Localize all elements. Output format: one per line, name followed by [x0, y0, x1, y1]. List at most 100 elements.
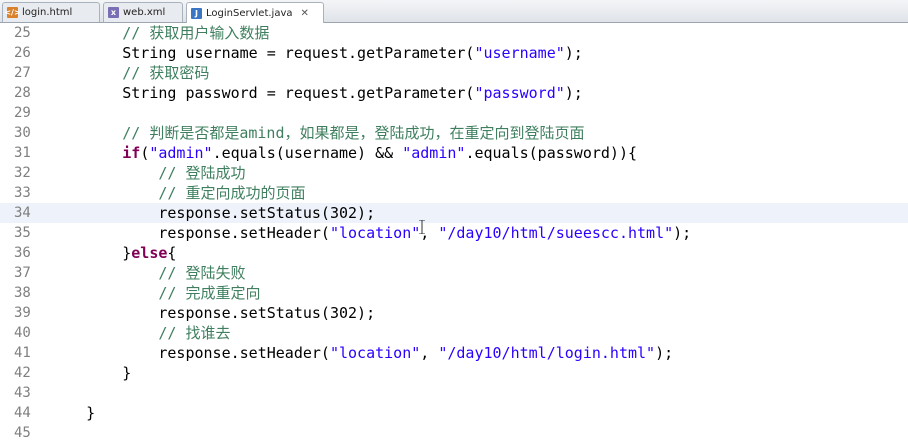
code-line[interactable]: 42 }	[0, 363, 908, 383]
line-number: 45	[14, 425, 31, 441]
code-text: // 获取密码	[50, 63, 209, 83]
code-line[interactable]: 38 // 完成重定向	[0, 283, 908, 303]
code-line[interactable]: 30 // 判断是否都是amind，如果都是，登陆成功，在重定向到登陆页面	[0, 123, 908, 143]
code-text: }	[50, 363, 131, 383]
tab-login-servlet-java[interactable]: J LoginServlet.java ✕	[186, 2, 324, 23]
code-comment: // 完成重定向	[50, 284, 261, 302]
tab-label: LoginServlet.java	[206, 7, 293, 19]
code-line[interactable]: 36 }else{	[0, 243, 908, 263]
html-file-icon: </>	[4, 7, 21, 18]
close-icon[interactable]: ✕	[301, 8, 309, 19]
line-number: 32	[14, 165, 31, 181]
code-text: String username = request.getParameter("…	[50, 43, 583, 63]
code-token: .equals(password)){	[465, 144, 638, 162]
code-token: String username = request.getParameter(	[50, 44, 475, 62]
line-number: 36	[14, 245, 31, 261]
code-line[interactable]: 27 // 获取密码	[0, 63, 908, 83]
code-token: );	[655, 344, 674, 362]
line-number: 38	[14, 285, 31, 301]
code-text: }	[50, 403, 95, 423]
code-line[interactable]: 44 }	[0, 403, 908, 423]
code-token: response.setStatus(302);	[50, 304, 376, 322]
code-token: String password = request.getParameter(	[50, 84, 475, 102]
code-line[interactable]: 35 response.setHeader("location", "/day1…	[0, 223, 908, 243]
code-text: }else{	[50, 243, 176, 263]
code-line[interactable]: 26 String username = request.getParamete…	[0, 43, 908, 63]
code-text: // 重定向成功的页面	[50, 183, 305, 203]
line-number: 34	[14, 205, 31, 221]
editor-tab-bar: </> login.html x web.xml J LoginServlet.…	[0, 0, 908, 23]
code-token: ,	[420, 344, 439, 362]
line-number: 41	[14, 345, 31, 361]
code-text: response.setStatus(302);	[50, 203, 375, 223]
code-comment: // 重定向成功的页面	[50, 184, 306, 202]
code-text: // 登陆成功	[50, 163, 245, 183]
line-number: 40	[14, 325, 31, 341]
code-line[interactable]: 25 // 获取用户输入数据	[0, 23, 908, 43]
java-file-icon: J	[191, 7, 202, 19]
code-line[interactable]: 31 if("admin".equals(username) && "admin…	[0, 143, 908, 163]
code-line[interactable]: 39 response.setStatus(302);	[0, 303, 908, 323]
code-token: response.setStatus(302);	[50, 204, 376, 222]
code-token: response.setHeader(	[50, 224, 330, 242]
line-number: 44	[14, 405, 31, 421]
code-line[interactable]: 40 // 找谁去	[0, 323, 908, 343]
code-line[interactable]: 28 String password = request.getParamete…	[0, 83, 908, 103]
code-line[interactable]: 41 response.setHeader("location", "/day1…	[0, 343, 908, 363]
code-comment: // 找谁去	[50, 324, 231, 342]
line-number: 43	[14, 385, 31, 401]
code-line[interactable]: 34 response.setStatus(302);	[0, 203, 908, 223]
code-text: // 完成重定向	[50, 283, 260, 303]
line-number: 37	[14, 265, 31, 281]
text-cursor-icon	[419, 219, 425, 235]
code-line[interactable]: 29	[0, 103, 908, 123]
code-text: response.setStatus(302);	[50, 303, 375, 323]
code-comment: // 获取用户输入数据	[50, 24, 270, 42]
code-line[interactable]: 43	[0, 383, 908, 403]
code-comment: // 判断是否都是amind，如果都是，登陆成功，在重定向到登陆页面	[50, 124, 585, 142]
code-string: "username"	[474, 44, 565, 62]
code-string: "location"	[329, 224, 421, 242]
tab-login-html[interactable]: </> login.html	[2, 2, 100, 22]
code-string: "/day10/html/login.html"	[438, 344, 656, 362]
tab-label: login.html	[22, 7, 73, 18]
code-text: String password = request.getParameter("…	[50, 83, 583, 103]
code-token: .equals(username) &&	[212, 144, 403, 162]
line-number: 27	[14, 65, 31, 81]
code-string: "/day10/html/sueescc.html"	[438, 224, 674, 242]
code-string: "location"	[329, 344, 421, 362]
code-text: response.setHeader("location", "/day10/h…	[50, 343, 673, 363]
code-keyword: if	[50, 144, 141, 162]
code-token: );	[564, 84, 583, 102]
code-token: {	[167, 244, 177, 262]
code-keyword: else	[131, 244, 168, 262]
code-text: if("admin".equals(username) && "admin".e…	[50, 143, 637, 163]
line-number: 30	[14, 125, 31, 141]
line-number: 25	[14, 25, 31, 41]
code-comment: // 登陆失败	[50, 264, 246, 282]
code-comment: // 登陆成功	[50, 164, 246, 182]
code-line[interactable]: 33 // 重定向成功的页面	[0, 183, 908, 203]
line-number: 31	[14, 145, 31, 161]
code-token: );	[564, 44, 583, 62]
line-number: 29	[14, 105, 31, 121]
code-editor[interactable]: 25 // 获取用户输入数据 26 String username = reque…	[0, 23, 908, 441]
code-string: "admin"	[402, 144, 466, 162]
code-text: // 登陆失败	[50, 263, 245, 283]
code-comment: // 获取密码	[50, 64, 210, 82]
tab-label: web.xml	[123, 7, 166, 18]
code-text: // 找谁去	[50, 323, 230, 343]
code-line[interactable]: 37 // 登陆失败	[0, 263, 908, 283]
line-number: 28	[14, 85, 31, 101]
code-text: // 判断是否都是amind，如果都是，登陆成功，在重定向到登陆页面	[50, 123, 585, 143]
line-number: 42	[14, 365, 31, 381]
code-string: "admin"	[149, 144, 213, 162]
code-token: }	[50, 244, 132, 262]
code-text: response.setHeader("location", "/day10/h…	[50, 223, 691, 243]
code-line[interactable]: 32 // 登陆成功	[0, 163, 908, 183]
code-token: );	[673, 224, 692, 242]
code-token: (	[140, 144, 150, 162]
xml-file-icon: x	[108, 7, 119, 18]
tab-web-xml[interactable]: x web.xml	[103, 2, 183, 22]
code-line[interactable]: 45	[0, 423, 908, 443]
